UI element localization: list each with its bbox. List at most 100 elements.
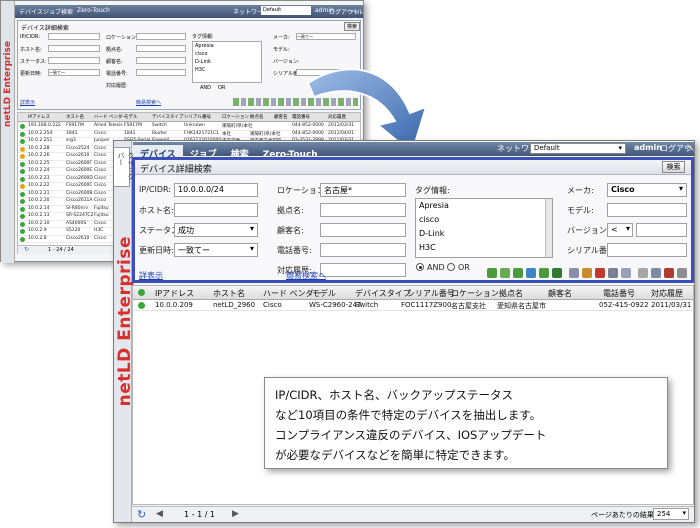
or-radio[interactable] [447, 263, 455, 271]
bg-tab-zero-touch[interactable]: Zero-Touch [77, 7, 110, 14]
table-row[interactable]: 10.0.0.209 netLD_2960 Cisco WS-C2960-24T… [133, 300, 693, 311]
tag-icon[interactable] [608, 268, 618, 278]
edit-icon[interactable] [638, 268, 648, 278]
compare-icon[interactable] [621, 268, 631, 278]
bg-site-input[interactable] [136, 45, 186, 52]
panel-title: デバイス詳細検索 [140, 165, 212, 175]
serial-input[interactable] [607, 243, 687, 257]
cell-vendor: Cisco [263, 301, 282, 309]
list-icon[interactable] [569, 268, 579, 278]
col-site[interactable]: 拠点名 [499, 288, 523, 299]
bg-col-vendor[interactable]: ハード ベンダー [94, 114, 127, 120]
bg-tag-item[interactable]: Apresia [193, 42, 261, 50]
export-icon[interactable] [552, 268, 562, 278]
config-icon[interactable] [582, 268, 592, 278]
bg-link-detail[interactable]: 詳表示 [20, 99, 35, 106]
tags-scrollbar[interactable] [545, 199, 552, 257]
bg-updated-select[interactable]: 一致て― [48, 69, 100, 76]
version-input[interactable] [636, 223, 687, 237]
prev-page-icon[interactable]: ◀ [156, 509, 163, 519]
ip-input[interactable]: 10.0.0.0/24 [174, 183, 258, 197]
bg-maker-select[interactable]: 一致て― [296, 33, 356, 40]
refresh-icon[interactable]: ↻ [137, 508, 146, 521]
tools-icon[interactable] [651, 268, 661, 278]
tag-item[interactable]: D-Link [416, 227, 552, 241]
per-page-select[interactable]: 254 ▾ [653, 508, 689, 520]
col-history[interactable]: 対応履歴 [651, 288, 683, 299]
bg-host-input[interactable] [48, 45, 100, 52]
callout-line: コンプライアンス違反のデバイス、IOSアップデート [275, 428, 547, 442]
history-input[interactable] [320, 263, 406, 277]
edit-device-icon[interactable] [500, 268, 510, 278]
next-page-icon[interactable]: ▶ [232, 509, 239, 519]
bg-col-site[interactable]: 拠点名 [250, 114, 264, 120]
bg-network-select[interactable]: Default [261, 6, 311, 15]
col-location[interactable]: ロケーション [451, 288, 499, 299]
import-icon[interactable] [539, 268, 549, 278]
col-host[interactable]: ホスト名 [213, 288, 245, 299]
status-select[interactable]: 成功 ▾ [174, 223, 258, 237]
updated-select[interactable]: 一致てー ▾ [174, 243, 258, 257]
copy-device-icon[interactable] [513, 268, 523, 278]
bg-tab-search[interactable]: 検索 [61, 7, 73, 16]
bg-link-simple[interactable]: 簡易検索へ [136, 99, 161, 106]
refresh-icon[interactable] [526, 268, 536, 278]
col-customer[interactable]: 顧客名 [548, 288, 572, 299]
detail-view-link[interactable]: 詳表示 [139, 270, 163, 281]
bg-tab-job[interactable]: ジョブ [43, 7, 61, 16]
bg-col-customer[interactable]: 顧客名 [274, 114, 288, 120]
customer-input[interactable] [320, 223, 406, 237]
bg-col-ip[interactable]: IPアドレス [28, 114, 50, 120]
model-label: モデル: [567, 206, 594, 215]
add-device-icon[interactable] [487, 268, 497, 278]
bg-refresh-icon[interactable]: ↻ [24, 246, 29, 253]
bg-tag-item[interactable]: D-Link [193, 58, 261, 66]
location-input[interactable]: 名古屋* [320, 183, 406, 197]
bg-tag-item[interactable]: cisco [193, 50, 261, 58]
host-input[interactable] [174, 203, 258, 217]
chart-icon[interactable] [595, 268, 605, 278]
settings-icon[interactable] [677, 268, 687, 278]
tag-item[interactable]: cisco [416, 213, 552, 227]
quickbar-tab[interactable]: クイックバー [114, 147, 135, 187]
search-button[interactable]: 検索 [662, 161, 685, 173]
col-type[interactable]: デバイスタイプ [355, 288, 411, 299]
bg-col-host[interactable]: ホスト名 [66, 114, 84, 120]
col-ip[interactable]: IPアドレス [155, 288, 194, 299]
bg-cell: Cisco2600E [66, 168, 93, 173]
phone-input[interactable] [320, 243, 406, 257]
bg-phone-input[interactable] [136, 69, 186, 76]
bg-search-button[interactable]: 検索 [344, 22, 360, 31]
bg-version-label: バージョン: [273, 59, 300, 65]
bg-ip-input[interactable] [48, 33, 100, 40]
bg-cell: 10.0.2.8 [28, 235, 47, 241]
bg-status-select[interactable] [48, 57, 100, 64]
bg-cell: 10.0.2.251 [28, 138, 53, 143]
col-serial[interactable]: シリアル番号 [407, 288, 455, 299]
bg-col-serial[interactable]: シリアル番号 [184, 114, 211, 120]
bg-col-location[interactable]: ロケーション [222, 114, 249, 120]
bg-col-type[interactable]: デバイスタイプ [152, 114, 183, 120]
tag-item[interactable]: Apresia [416, 199, 552, 213]
col-phone[interactable]: 電話番号 [603, 288, 635, 299]
tags-list[interactable]: Apresia cisco D-Link H3C [415, 198, 553, 258]
bg-and-option[interactable]: AND [200, 85, 211, 91]
network-select[interactable]: Default ▾ [530, 143, 626, 154]
bg-tab-device[interactable]: デバイス [19, 7, 43, 16]
simple-search-link[interactable]: 簡易検索へ [286, 270, 326, 281]
bg-location-input[interactable] [136, 33, 186, 40]
maker-select[interactable]: Cisco ▾ [607, 183, 687, 197]
bg-tag-item[interactable]: H3C [193, 66, 261, 74]
col-model[interactable]: モデル [312, 288, 336, 299]
tag-item[interactable]: H3C [416, 241, 552, 255]
site-input[interactable] [320, 203, 406, 217]
bg-tags-list[interactable]: Apresia cisco D-Link H3C [192, 41, 262, 83]
model-input[interactable] [607, 203, 687, 217]
version-operator-select[interactable]: < ▾ [607, 223, 633, 237]
bg-customer-input[interactable] [136, 57, 186, 64]
per-page-label: ページあたりの結果: [591, 511, 657, 519]
delete-icon[interactable] [664, 268, 674, 278]
and-radio[interactable] [416, 263, 424, 271]
bg-col-model[interactable]: モデル [124, 114, 138, 120]
bg-or-option[interactable]: OR [218, 85, 225, 91]
